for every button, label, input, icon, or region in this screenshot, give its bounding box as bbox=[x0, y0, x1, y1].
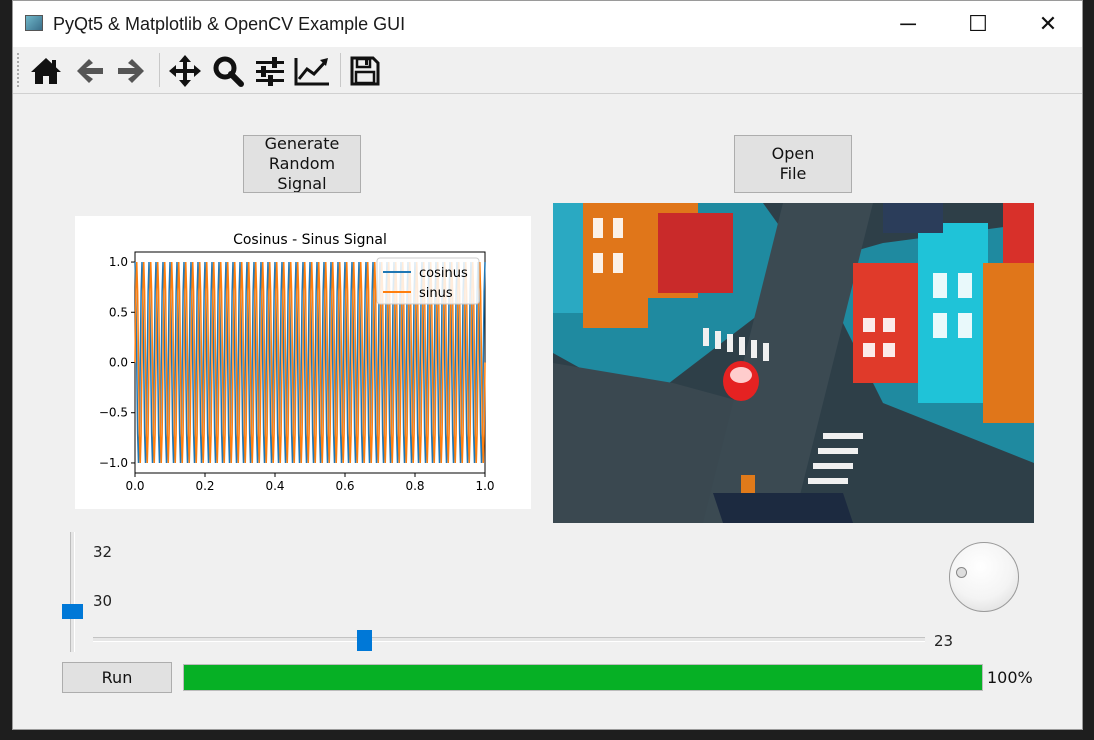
y-tick-label: 0.5 bbox=[109, 305, 128, 319]
back-arrow-icon bbox=[77, 59, 103, 83]
x-tick-label: 0.2 bbox=[195, 479, 214, 493]
configure-subplots-button[interactable] bbox=[251, 53, 289, 89]
save-floppy-icon bbox=[350, 56, 380, 86]
x-tick-label: 0.8 bbox=[405, 479, 424, 493]
background-editor-left bbox=[0, 0, 12, 740]
y-tick-label: 0.0 bbox=[109, 356, 128, 370]
title-bar[interactable]: PyQt5 & Matplotlib & OpenCV Example GUI … bbox=[13, 1, 1082, 47]
run-button[interactable]: Run bbox=[62, 662, 172, 693]
navigation-toolbar bbox=[13, 47, 1082, 94]
x-tick-label: 1.0 bbox=[475, 479, 494, 493]
y-tick-label: −0.5 bbox=[99, 406, 128, 420]
vertical-slider-value-label: 30 bbox=[93, 592, 113, 610]
background-editor-right bbox=[1083, 0, 1094, 740]
dial-notch bbox=[956, 567, 967, 578]
vertical-slider-handle[interactable] bbox=[62, 604, 83, 619]
city-street-image bbox=[553, 203, 1034, 523]
opencv-image-view bbox=[553, 203, 1034, 523]
open-file-button[interactable]: Open File bbox=[734, 135, 852, 193]
forward-arrow-icon bbox=[118, 59, 144, 83]
back-button[interactable] bbox=[71, 53, 109, 89]
edit-axis-icon bbox=[294, 58, 329, 86]
close-button[interactable]: ✕ bbox=[1014, 1, 1082, 47]
pan-button[interactable] bbox=[166, 53, 204, 89]
background-editor-bottom bbox=[0, 730, 1094, 740]
chart-title: Cosinus - Sinus Signal bbox=[233, 232, 387, 248]
progress-bar-fill bbox=[184, 665, 982, 690]
toolbar-separator bbox=[159, 53, 160, 87]
progress-percent-label: 100% bbox=[987, 668, 1033, 687]
matplotlib-canvas[interactable]: 0.0 0.2 0.4 0.6 0.8 1.0 −1.0 −0.5 0.0 0.5 1.0 Cosin… bbox=[75, 216, 531, 509]
home-button[interactable] bbox=[27, 53, 65, 89]
forward-button[interactable] bbox=[112, 53, 150, 89]
minimize-button[interactable]: ─ bbox=[874, 1, 942, 47]
x-tick-label: 0.0 bbox=[125, 479, 144, 493]
horizontal-slider-handle[interactable] bbox=[357, 630, 372, 651]
legend-label-sinus: sinus bbox=[419, 286, 453, 301]
horizontal-slider-value-label: 23 bbox=[934, 632, 954, 650]
vertical-slider-max-label: 32 bbox=[93, 543, 113, 561]
legend-label-cosinus: cosinus bbox=[419, 266, 468, 281]
y-tick-label: 1.0 bbox=[109, 255, 128, 269]
vertical-slider-groove[interactable] bbox=[70, 532, 75, 652]
edit-axis-button[interactable] bbox=[293, 53, 331, 89]
x-tick-label: 0.6 bbox=[335, 479, 354, 493]
pan-move-icon bbox=[169, 55, 201, 87]
maximize-button[interactable]: ☐ bbox=[944, 1, 1012, 47]
signal-chart: 0.0 0.2 0.4 0.6 0.8 1.0 −1.0 −0.5 0.0 0.5 1.0 Cosin… bbox=[99, 232, 495, 493]
toolbar-handle[interactable] bbox=[17, 53, 22, 87]
zoom-button[interactable] bbox=[209, 53, 247, 89]
x-tick-label: 0.4 bbox=[265, 479, 284, 493]
generate-random-signal-button[interactable]: Generate Random Signal bbox=[243, 135, 361, 193]
horizontal-slider-groove[interactable] bbox=[93, 637, 925, 642]
dial-knob[interactable] bbox=[949, 542, 1019, 612]
home-icon bbox=[31, 58, 61, 84]
zoom-magnifier-icon bbox=[213, 56, 244, 87]
window-title: PyQt5 & Matplotlib & OpenCV Example GUI bbox=[53, 14, 406, 34]
app-icon bbox=[25, 15, 43, 31]
toolbar-separator bbox=[340, 53, 341, 87]
save-button[interactable] bbox=[346, 53, 384, 89]
y-tick-label: −1.0 bbox=[99, 456, 128, 470]
main-window: PyQt5 & Matplotlib & OpenCV Example GUI … bbox=[12, 0, 1083, 730]
progress-bar bbox=[183, 664, 983, 691]
configure-subplots-icon bbox=[256, 57, 284, 86]
